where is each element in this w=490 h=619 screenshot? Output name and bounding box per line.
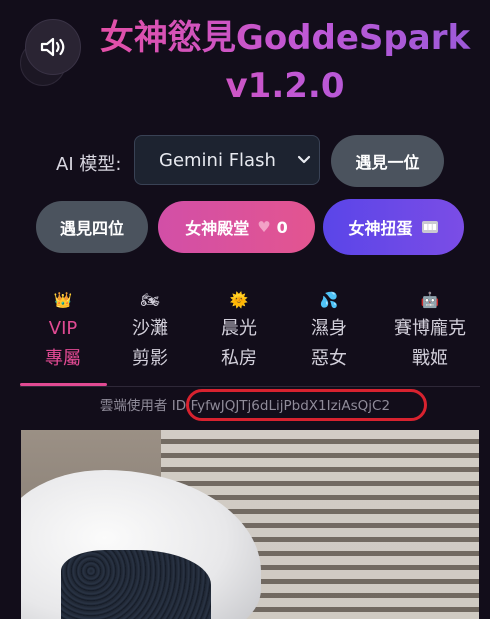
tab-label-line1: 沙灘 <box>132 318 168 339</box>
category-tabs: 👑 VIP 專屬 🏍 沙灘 剪影 🌞 晨光 私房 💦 濕身 惡女 🤖 賽博龐克 … <box>0 288 490 386</box>
sun-icon: 🌞 <box>229 291 249 309</box>
tab-label-line2: 專屬 <box>45 348 81 369</box>
goddess-hall-button[interactable]: 女神殿堂 ♥ 0 <box>158 201 315 253</box>
goddess-hall-count: 0 <box>276 217 288 237</box>
app-title: 女神慾見GoddeSpark v1.2.0 <box>90 14 480 110</box>
tab-beach[interactable]: 🏍 沙灘 剪影 <box>105 288 195 374</box>
cloud-user-label: 雲端使用者 ID: <box>99 398 191 414</box>
model-label: AI 模型: <box>56 154 122 175</box>
image-lace <box>61 550 211 619</box>
tab-vip[interactable]: 👑 VIP 專屬 <box>18 288 108 374</box>
tab-label-line1: 晨光 <box>221 318 257 339</box>
sound-toggle-button[interactable] <box>25 19 81 75</box>
tab-label-line1: 賽博龐克 <box>394 318 466 339</box>
tab-label-line2: 私房 <box>221 348 257 369</box>
tab-label-line2: 戰姬 <box>412 348 448 369</box>
model-select[interactable]: Gemini Flash <box>134 135 320 185</box>
meet-one-button[interactable]: 遇見一位 <box>331 135 444 187</box>
tab-morning[interactable]: 🌞 晨光 私房 <box>194 288 284 374</box>
app-version: v1.2.0 <box>225 66 345 106</box>
meet-four-button[interactable]: 遇見四位 <box>36 201 148 253</box>
crown-icon: 👑 <box>53 291 73 309</box>
tab-divider <box>20 386 480 387</box>
chevron-down-icon <box>297 155 311 164</box>
tab-label-line1: VIP <box>48 318 78 339</box>
goddess-gacha-label: 女神扭蛋 <box>348 219 413 238</box>
goddess-gacha-button[interactable]: 女神扭蛋 <box>323 199 464 255</box>
tab-label-line2: 剪影 <box>132 348 168 369</box>
robot-icon: 🤖 <box>420 291 440 309</box>
heart-icon: ♥ <box>257 218 271 236</box>
tab-wet[interactable]: 💦 濕身 惡女 <box>284 288 374 374</box>
active-tab-indicator <box>20 383 107 386</box>
highlight-annotation <box>186 389 427 421</box>
slot-machine-icon <box>421 221 438 233</box>
helmet-icon: 🏍 <box>140 291 160 309</box>
app-title-name: 女神慾見GoddeSpark <box>99 18 471 58</box>
goddess-hall-label: 女神殿堂 <box>185 219 250 238</box>
goddess-image[interactable] <box>21 430 479 619</box>
tab-label-line2: 惡女 <box>311 348 347 369</box>
tab-label-line1: 濕身 <box>311 318 347 339</box>
speaker-icon <box>40 37 65 57</box>
droplets-icon: 💦 <box>319 291 339 309</box>
tab-cyberpunk[interactable]: 🤖 賽博龐克 戰姬 <box>380 288 480 374</box>
model-select-value: Gemini Flash <box>159 149 276 171</box>
